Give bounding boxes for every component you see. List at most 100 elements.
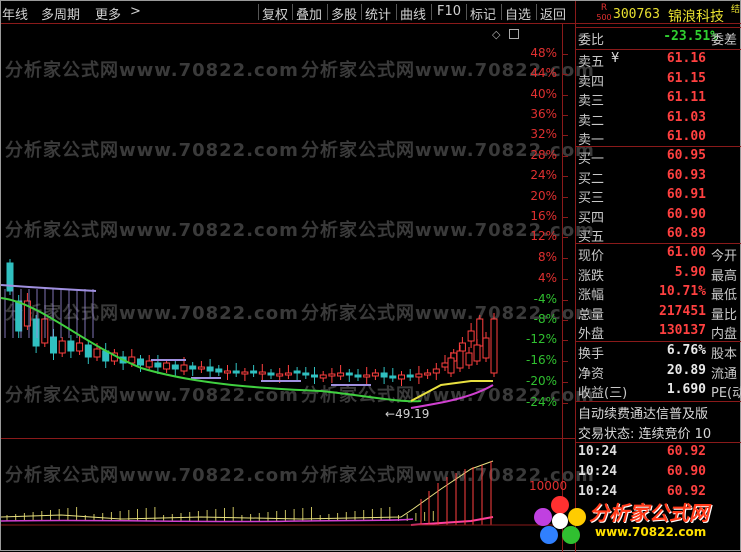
volume-chart[interactable] <box>1 439 562 551</box>
candle-body <box>6 262 14 292</box>
candle-body <box>328 373 336 377</box>
candle-body <box>380 372 388 378</box>
chevron-right-icon[interactable]: > <box>130 4 141 19</box>
candle-body <box>276 373 284 377</box>
candle-body <box>58 340 66 354</box>
panel-separator <box>575 49 741 50</box>
statistics-button[interactable]: 统计 <box>365 4 391 23</box>
candle-body <box>206 366 214 372</box>
restore-rights-button[interactable]: 复权 <box>262 4 288 23</box>
axis-tick <box>562 74 568 75</box>
weicha-label: 委差 <box>711 33 738 48</box>
candle-body <box>441 362 449 368</box>
candle-body <box>215 368 223 373</box>
curve-button[interactable]: 曲线 <box>400 4 426 23</box>
stat-row: 净资 20.89 流通 <box>575 363 741 383</box>
stat-right-label: 量比 <box>711 307 738 323</box>
candle-body <box>76 342 84 352</box>
stat-right-label: 股本 <box>711 347 738 362</box>
bid-label: 买一 <box>578 152 605 167</box>
stat-label: 收益(三) <box>578 386 628 401</box>
panel-separator <box>575 27 741 28</box>
candle-body <box>371 372 379 377</box>
toolbar-divider <box>501 4 502 20</box>
top-toolbar: 年线 多周期 更多 > 复权 叠加 多股 统计 曲线 F10 标记 自选 返回 <box>1 1 575 23</box>
auto-renew-row[interactable]: 自动续费通达信普及版 <box>575 403 741 423</box>
stat-right-label: 流通 <box>711 366 738 382</box>
candle-body <box>250 370 258 374</box>
stat-label: 涨幅 <box>578 288 605 303</box>
corner-mark: 结 <box>731 5 741 15</box>
stat-value: 20.89 <box>666 362 706 378</box>
volume-ma-line <box>1 460 494 520</box>
ask-row[interactable]: 卖五 ¥61.16 <box>575 51 741 71</box>
multi-period-tab[interactable]: 多周期 <box>41 4 80 23</box>
overlay-button[interactable]: 叠加 <box>296 4 322 23</box>
ask-row[interactable]: 卖四 61.15 <box>575 71 741 91</box>
toolbar-divider <box>361 4 362 20</box>
period-year-tab[interactable]: 年线 <box>2 4 28 23</box>
candle-body <box>490 318 498 374</box>
multi-stock-button[interactable]: 多股 <box>331 4 357 23</box>
stock-code: 300763 <box>613 7 660 22</box>
axis-tick <box>562 54 568 55</box>
panel-separator <box>575 341 741 342</box>
axis-tick <box>562 320 568 321</box>
panel-separator <box>575 442 741 443</box>
candle-body <box>354 374 362 378</box>
tick-price: 60.92 <box>666 484 706 499</box>
volume-ma-line <box>410 516 494 526</box>
tick-time: 10:24 <box>578 444 618 459</box>
ask-row[interactable]: 卖三 61.11 <box>575 90 741 110</box>
ask-row[interactable]: 卖二 61.03 <box>575 110 741 130</box>
panel-separator <box>575 146 741 147</box>
candle-body <box>267 372 275 376</box>
ask-price: 61.00 <box>666 129 706 144</box>
axis-tick <box>562 135 568 136</box>
candle-body <box>32 318 40 347</box>
axis-tick <box>562 115 568 116</box>
ma-magenta-line <box>410 384 494 409</box>
candle-body <box>50 336 57 354</box>
bid-row[interactable]: 买一 60.95 <box>575 148 741 168</box>
axis-tick <box>562 279 568 280</box>
candle-body <box>345 372 353 376</box>
candle-body <box>319 374 327 379</box>
stat-value: 10.71% <box>659 284 706 299</box>
mark-button[interactable]: 标记 <box>470 4 496 23</box>
stat-row: 外盘 130137 内盘 <box>575 323 741 343</box>
axis-tick <box>562 156 568 157</box>
app-window: 年线 多周期 更多 > 复权 叠加 多股 统计 曲线 F10 标记 自选 返回 … <box>0 0 741 552</box>
weibi-label: 委比 <box>578 33 605 48</box>
trade-status-row: 交易状态: 连续竞价 10 <box>575 423 741 443</box>
tick-time: 10:24 <box>578 484 618 499</box>
bid-row[interactable]: 买二 60.93 <box>575 168 741 188</box>
candle-body <box>241 371 249 375</box>
candle-body <box>163 362 171 370</box>
auto-renew-text[interactable]: 自动续费通达信普及版 <box>578 403 708 422</box>
candle-body <box>293 370 301 374</box>
bid-label: 买三 <box>578 191 605 206</box>
candle-body <box>145 360 153 368</box>
more-menu[interactable]: 更多 <box>95 4 121 23</box>
stat-row: 涨幅 10.71% 最低 <box>575 284 741 304</box>
f10-button[interactable]: F10 <box>437 4 461 19</box>
bid-row[interactable]: 买三 60.91 <box>575 187 741 207</box>
candle-body <box>84 344 92 358</box>
candle-body <box>424 372 432 376</box>
toolbar-divider <box>292 4 293 20</box>
stat-right-label: 今开 <box>711 249 738 264</box>
bid-price: 60.89 <box>666 226 706 241</box>
stat-right-label: 最低 <box>711 288 738 303</box>
bid-price: 60.90 <box>666 206 706 222</box>
candle-body <box>224 370 231 374</box>
tick-time: 10:24 <box>578 464 618 479</box>
quote-panel: R 500 300763 锦浪科技 结 委比 -23.51% 委差 卖五 ¥61.… <box>575 1 741 552</box>
ask-label: 卖三 <box>578 94 605 109</box>
bid-row[interactable]: 买四 60.90 <box>575 207 741 227</box>
watchlist-button[interactable]: 自选 <box>505 4 531 23</box>
candle-body <box>258 371 266 375</box>
toolbar-divider <box>258 4 259 20</box>
back-button[interactable]: 返回 <box>540 4 566 23</box>
candlestick-chart[interactable] <box>1 23 562 438</box>
